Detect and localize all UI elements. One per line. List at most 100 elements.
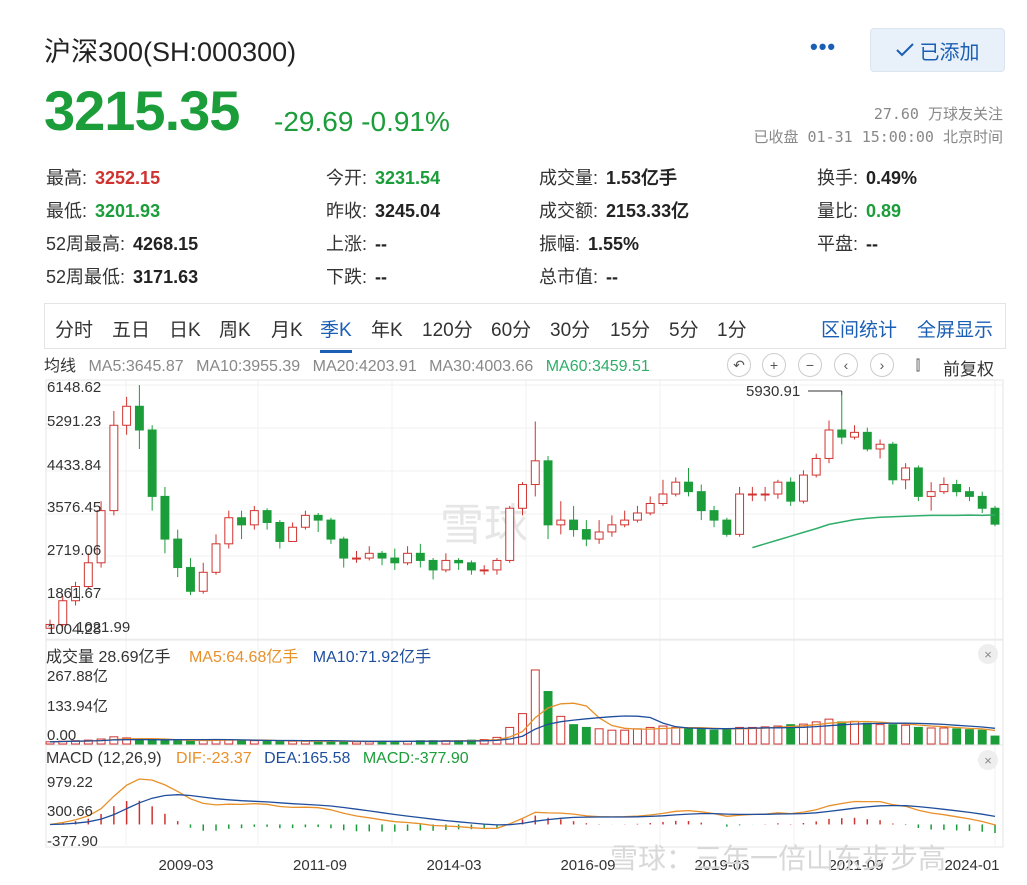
volume-bar-55: [747, 726, 757, 745]
candle-body-31: [441, 559, 451, 571]
candle-body-7: [134, 405, 144, 431]
candle-body-38: [530, 460, 540, 486]
price-tick-label-0: 6148.62: [47, 379, 101, 396]
candle-body-26: [377, 552, 387, 559]
close-macd-panel-icon[interactable]: ×: [978, 750, 998, 770]
volume-bar-45: [620, 729, 630, 745]
volume-bar-16: [249, 740, 259, 745]
volume-bar-50: [684, 728, 693, 745]
x-tick-label-0: 2009-03: [158, 857, 213, 874]
volume-bar-52: [709, 729, 719, 745]
candle-body-37: [518, 484, 527, 509]
candle-body-23: [339, 538, 349, 559]
volume-bar-71: [952, 728, 962, 745]
volume-bar-54: [735, 726, 745, 745]
candle-body-10: [173, 538, 183, 569]
candle-body-17: [262, 510, 272, 523]
volume-bar-64: [862, 722, 872, 745]
volume-bar-41: [569, 724, 579, 745]
volume-tick-label-2: 0.00: [47, 727, 76, 744]
price-tick-label-3: 3576.45: [47, 499, 101, 516]
macd-dif: DIF:-23.37: [176, 750, 252, 767]
x-tick-label-2: 2014-03: [426, 857, 481, 874]
candle-body-67: [901, 467, 911, 481]
volume-bar-9: [160, 740, 170, 745]
candle-body-20: [300, 514, 310, 528]
x-tick-label-1: 2011-09: [293, 857, 347, 874]
price-tick-label-2: 4433.84: [47, 457, 101, 474]
candle-body-15: [237, 517, 247, 526]
candle-body-33: [466, 562, 476, 571]
price-tick-label-1: 5291.23: [47, 413, 101, 430]
footer-watermark: 雪球：三年一倍山东步步高: [610, 843, 946, 874]
candle-body-22: [326, 519, 336, 540]
candle-body-8: [147, 429, 157, 497]
volume-bar-15: [237, 739, 247, 745]
candle-body-73: [977, 495, 987, 509]
volume-bar-8: [147, 739, 157, 745]
volume-bar-43: [594, 728, 604, 745]
candle-body-70: [939, 484, 949, 493]
candle-body-58: [786, 481, 796, 502]
volume-bar-44: [607, 729, 617, 745]
volume-legend: 成交量 28.69亿手 MA5:64.68亿手 MA10:71.92亿手: [46, 643, 431, 667]
volume-bar-18: [275, 740, 285, 745]
candle-body-46: [632, 512, 642, 521]
volume-bar-66: [888, 724, 898, 745]
candle-body-53: [722, 519, 732, 535]
watermark-text: 雪球: [440, 501, 528, 550]
candle-body-24: [352, 557, 361, 560]
candle-body-62: [837, 429, 847, 438]
candle-body-3: [83, 562, 93, 588]
candle-body-64: [862, 431, 872, 450]
candle-body-43: [594, 531, 604, 540]
x-tick-label-6: 2024-01: [944, 857, 999, 874]
volume-bar-47: [645, 726, 655, 745]
volume-bar-38: [530, 669, 540, 745]
candle-body-36: [505, 507, 515, 561]
candle-body-66: [888, 443, 898, 481]
price-tick-label-4: 2719.06: [47, 542, 101, 559]
volume-tick-label-0: 267.88亿: [47, 668, 108, 685]
macd-tick-label-2: -377.90: [47, 833, 98, 850]
candle-body-25: [364, 552, 374, 559]
volume-bar-53: [722, 728, 732, 745]
candle-body-39: [543, 460, 553, 526]
candle-body-42: [581, 529, 591, 540]
candle-body-71: [952, 484, 962, 493]
volume-bar-42: [581, 726, 591, 745]
volume-total: 成交量 28.69亿手: [46, 649, 171, 666]
volume-bar-72: [965, 729, 974, 745]
candle-body-6: [122, 405, 132, 426]
price-tick-label-5: 1861.67: [47, 585, 101, 602]
candle-body-11: [186, 567, 195, 592]
candle-body-16: [249, 510, 259, 526]
volume-bar-39: [543, 691, 553, 745]
candle-body-69: [926, 491, 936, 497]
macd-tick-label-1: 300.66: [47, 803, 93, 820]
candle-body-63: [850, 431, 859, 438]
volume-tick-label-1: 133.94亿: [47, 698, 108, 715]
volume-bar-11: [186, 740, 195, 745]
volume-bar-49: [671, 726, 681, 745]
candle-body-50: [684, 481, 693, 493]
candle-body-68: [913, 467, 923, 497]
candle-body-60: [811, 457, 821, 476]
macd-dea: DEA:165.58: [264, 750, 351, 767]
candle-body-41: [569, 519, 579, 531]
volume-bar-40: [556, 715, 566, 745]
candle-body-52: [709, 510, 719, 521]
candle-body-49: [671, 481, 681, 495]
volume-bar-24: [352, 741, 361, 745]
candle-body-13: [211, 543, 221, 573]
volume-bar-68: [913, 726, 923, 745]
volume-bar-57: [773, 725, 783, 745]
close-volume-panel-icon[interactable]: ×: [978, 644, 998, 664]
candle-body-34: [479, 569, 489, 572]
volume-ma5: MA5:64.68亿手: [188, 649, 299, 666]
volume-bar-65: [875, 724, 885, 745]
candle-body-55: [747, 493, 757, 496]
candle-body-54: [735, 493, 745, 535]
volume-bar-73: [977, 729, 987, 745]
macd-legend: MACD (12,26,9) DIF:-23.37 DEA:165.58 MAC…: [46, 750, 469, 768]
